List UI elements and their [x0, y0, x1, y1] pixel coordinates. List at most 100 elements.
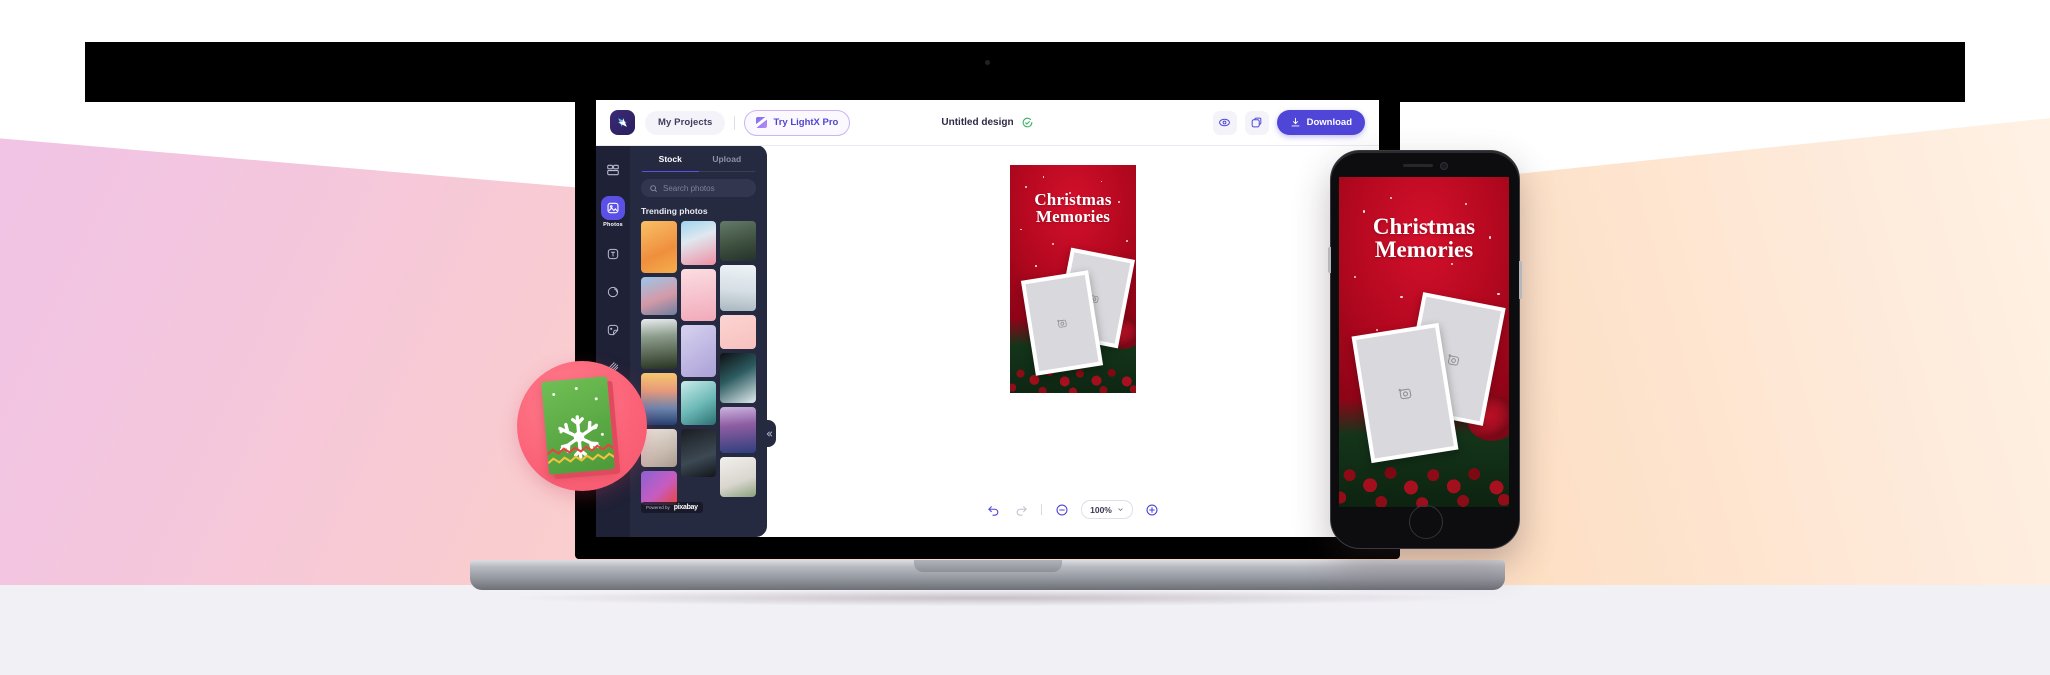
zoom-in-button[interactable]	[1144, 501, 1161, 518]
sidebar-item-templates[interactable]	[600, 158, 626, 182]
chevron-down-icon	[1118, 508, 1123, 512]
zoom-level-dropdown[interactable]: 100%	[1081, 500, 1133, 519]
my-projects-button[interactable]: My Projects	[645, 110, 726, 135]
search-icon	[650, 184, 658, 192]
undo-icon	[988, 506, 999, 516]
trending-photos-heading: Trending photos	[641, 206, 708, 216]
page-title: Untitled design	[941, 117, 1014, 128]
try-lightx-pro-button[interactable]: Try LightX Pro	[744, 109, 851, 136]
phone-design-headline: Christmas Memories	[1339, 215, 1509, 261]
zoom-level-value: 100%	[1090, 504, 1112, 515]
add-photo-icon	[1398, 388, 1412, 400]
placeholder-inner	[1356, 327, 1454, 459]
toolbar-divider	[734, 115, 736, 130]
photo-thumbnail[interactable]	[720, 315, 756, 349]
sidebar-item-stickers[interactable]	[600, 318, 626, 342]
photo-thumbnail[interactable]	[720, 265, 756, 311]
design-canvas[interactable]: Christmas Memories	[1010, 165, 1136, 393]
photo-thumbnail[interactable]	[641, 471, 677, 505]
christmas-card-graphic	[541, 376, 615, 475]
lightx-logo-icon[interactable]	[610, 110, 635, 135]
phone-side-button	[1519, 261, 1522, 299]
download-label: Download	[1306, 117, 1352, 128]
photo-thumbnail[interactable]	[720, 221, 756, 261]
redo-button[interactable]	[1013, 501, 1030, 518]
my-projects-label: My Projects	[658, 117, 713, 128]
headline-line-2: Memories	[1035, 207, 1111, 226]
photo-thumbnail[interactable]	[720, 407, 756, 453]
photo-thumbnail-grid	[641, 221, 756, 521]
laptop-mockup: My Projects Try LightX Pro Untitled desi…	[470, 42, 1505, 606]
pixabay-brand: pixabay	[673, 504, 698, 511]
photos-panel: Stock Upload Search photos Trending phot…	[630, 145, 767, 537]
sticker-icon	[601, 318, 625, 342]
design-headline: Christmas Memories	[1010, 191, 1136, 225]
shape-circle-icon	[601, 280, 625, 304]
laptop-shadow	[515, 590, 1460, 606]
laptop-bezel: My Projects Try LightX Pro Untitled desi…	[575, 42, 1400, 559]
thumb-column	[680, 221, 717, 521]
phone-headline-line-2: Memories	[1374, 237, 1474, 262]
photo-thumbnail[interactable]	[720, 457, 756, 497]
attribution-prefix: Powered by	[646, 505, 670, 510]
photo-thumbnail[interactable]	[680, 325, 717, 377]
canvas-area[interactable]: Christmas Memories 100%	[767, 145, 1379, 537]
download-button[interactable]: Download	[1276, 110, 1365, 135]
panel-tabs: Stock Upload	[642, 150, 755, 172]
zoom-out-icon	[1056, 503, 1068, 516]
placeholder-inner	[1025, 274, 1099, 372]
collapse-panel-button[interactable]	[761, 420, 776, 447]
headline-line-1: Christmas	[1034, 190, 1112, 209]
eye-preview-icon[interactable]	[1212, 110, 1237, 135]
thumb-column	[641, 221, 677, 521]
add-photo-icon	[1447, 353, 1459, 365]
christmas-card-badge	[517, 361, 647, 491]
app-top-bar: My Projects Try LightX Pro Untitled desi…	[596, 100, 1379, 146]
zoom-out-button[interactable]	[1053, 501, 1070, 518]
undo-button[interactable]	[985, 501, 1002, 518]
photo-thumbnail[interactable]	[680, 269, 717, 321]
resize-layers-icon[interactable]	[1244, 110, 1269, 135]
search-input[interactable]: Search photos	[641, 179, 756, 197]
phone-mockup: Christmas Memories	[1328, 150, 1522, 549]
photo-thumbnail[interactable]	[641, 221, 677, 273]
sidebar-item-text[interactable]	[600, 242, 626, 266]
photo-thumbnail[interactable]	[680, 221, 717, 265]
phone-camera-icon	[1440, 162, 1448, 170]
add-photo-icon	[1057, 319, 1067, 328]
canvas-bottom-toolbar: 100%	[767, 500, 1379, 519]
pro-sparkle-icon	[756, 117, 768, 128]
photo-thumbnail[interactable]	[720, 353, 756, 403]
redo-icon	[1016, 506, 1027, 516]
pixabay-attribution: Powered by pixabay	[641, 502, 703, 513]
laptop-screen: My Projects Try LightX Pro Untitled desi…	[596, 100, 1379, 537]
photo-thumbnail[interactable]	[680, 381, 717, 425]
phone-home-button	[1409, 505, 1443, 539]
photos-image-icon	[601, 196, 625, 220]
search-placeholder: Search photos	[663, 183, 715, 193]
phone-headline-line-1: Christmas	[1372, 214, 1476, 239]
sidebar-item-shapes[interactable]	[600, 280, 626, 304]
sidebar-item-label: Photos	[603, 222, 623, 228]
photo-thumbnail[interactable]	[680, 429, 717, 477]
download-icon	[1291, 117, 1300, 127]
try-pro-label: Try LightX Pro	[773, 117, 839, 128]
webcam-icon	[985, 60, 990, 65]
phone-screen: Christmas Memories	[1339, 177, 1509, 507]
top-bar-actions: Download	[1212, 110, 1365, 135]
photo-thumbnail[interactable]	[641, 277, 677, 315]
photo-thumbnail[interactable]	[641, 319, 677, 369]
laptop-base	[470, 560, 1505, 590]
phone-volume-button	[1328, 247, 1331, 273]
screenshot-stage: My Projects Try LightX Pro Untitled desi…	[0, 0, 2050, 675]
tab-upload[interactable]: Upload	[698, 150, 755, 172]
chevron-double-left-icon	[766, 431, 772, 436]
zoom-in-icon	[1146, 503, 1158, 516]
toolbar-divider	[1041, 504, 1043, 515]
sync-cloud-icon	[1021, 116, 1034, 129]
tab-stock[interactable]: Stock	[642, 150, 699, 172]
templates-grid-icon	[601, 158, 625, 182]
text-t-icon	[601, 242, 625, 266]
phone-speaker	[1403, 164, 1433, 167]
sidebar-item-photos[interactable]: Photos	[600, 196, 626, 228]
